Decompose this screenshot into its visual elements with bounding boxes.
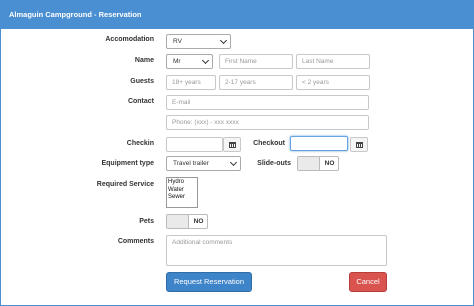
service-option[interactable]: Sewer bbox=[168, 194, 197, 202]
toggle-knob bbox=[298, 157, 320, 170]
adults-input[interactable] bbox=[166, 75, 216, 90]
service-option[interactable]: Hydro bbox=[168, 179, 197, 187]
equipment-label: Equipment type bbox=[101, 160, 154, 167]
comments-textarea[interactable] bbox=[166, 235, 387, 266]
slideouts-state: NO bbox=[324, 160, 335, 167]
checkin-label: Checkin bbox=[126, 140, 154, 147]
phone-input[interactable] bbox=[166, 115, 369, 130]
pets-state: NO bbox=[193, 218, 204, 225]
children-input[interactable] bbox=[219, 75, 293, 90]
slideouts-toggle[interactable]: NO bbox=[297, 156, 339, 171]
checkout-input[interactable] bbox=[290, 136, 348, 151]
first-name-input[interactable] bbox=[219, 54, 293, 69]
checkin-input[interactable] bbox=[166, 137, 223, 152]
equipment-value: Travel trailer bbox=[173, 160, 209, 167]
accommodation-value: RV bbox=[173, 38, 182, 45]
accommodation-select[interactable]: RV bbox=[166, 34, 231, 49]
contact-label: Contact bbox=[127, 98, 154, 105]
comments-label: Comments bbox=[117, 238, 154, 245]
chevron-down-icon bbox=[219, 36, 228, 44]
infants-input[interactable] bbox=[296, 75, 370, 90]
last-name-input[interactable] bbox=[296, 54, 370, 69]
slideouts-label: Slide-outs bbox=[257, 160, 291, 167]
chevron-down-icon bbox=[201, 56, 210, 64]
guests-label: Guests bbox=[130, 78, 154, 85]
chevron-down-icon bbox=[229, 158, 238, 166]
toggle-knob bbox=[167, 215, 189, 228]
reservation-panel: Almaguin Campground - Reservation Accomo… bbox=[0, 0, 474, 306]
checkin-calendar-button[interactable] bbox=[223, 137, 241, 152]
equipment-select[interactable]: Travel trailer bbox=[166, 156, 241, 171]
name-label: Name bbox=[134, 57, 154, 64]
checkout-label: Checkout bbox=[253, 140, 285, 147]
window-title: Almaguin Campground - Reservation bbox=[1, 1, 474, 29]
cancel-button[interactable]: Cancel bbox=[349, 272, 387, 292]
accommodation-label: Accomodation bbox=[105, 36, 154, 43]
name-title-select[interactable]: Mr bbox=[166, 54, 213, 69]
calendar-icon bbox=[356, 142, 363, 148]
service-option[interactable]: Water bbox=[168, 187, 197, 195]
services-listbox[interactable]: Hydro Water Sewer bbox=[166, 177, 198, 208]
services-label: Required Service bbox=[96, 181, 154, 188]
email-input[interactable] bbox=[166, 95, 369, 110]
calendar-icon bbox=[229, 142, 236, 148]
name-title-value: Mr bbox=[173, 58, 181, 65]
request-reservation-button[interactable]: Request Reservation bbox=[166, 272, 252, 292]
pets-label: Pets bbox=[139, 218, 154, 225]
pets-toggle[interactable]: NO bbox=[166, 214, 208, 229]
checkout-calendar-button[interactable] bbox=[350, 137, 368, 152]
